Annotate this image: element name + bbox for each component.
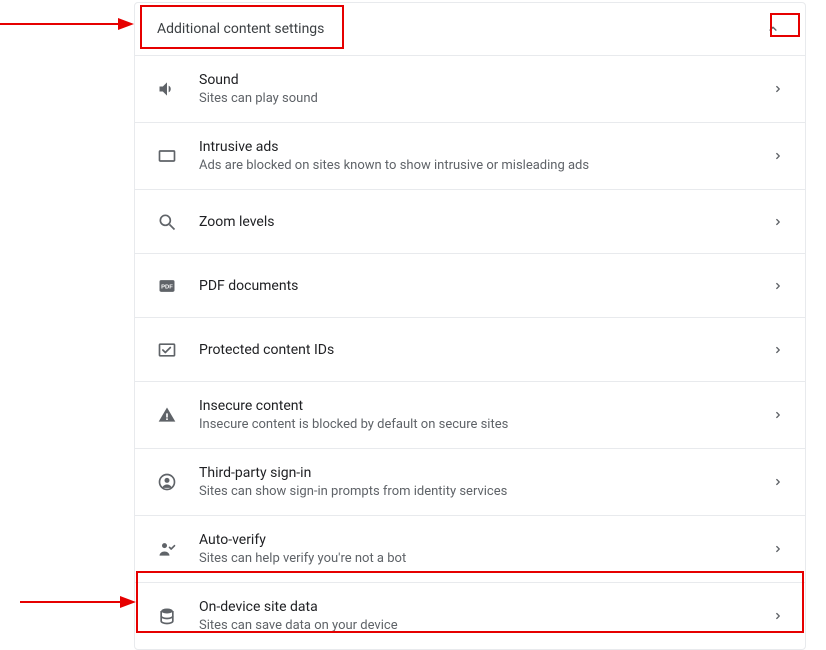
setting-title: Auto-verify bbox=[199, 530, 773, 550]
chevron-right-icon bbox=[773, 544, 783, 554]
pdf-icon: PDF bbox=[157, 276, 177, 296]
setting-title: Intrusive ads bbox=[199, 137, 773, 157]
setting-body: Zoom levels bbox=[199, 212, 773, 232]
person-check-icon bbox=[157, 539, 177, 559]
additional-content-settings-panel: Additional content settings Sound Sites … bbox=[134, 2, 806, 650]
setting-title: Sound bbox=[199, 70, 773, 90]
setting-body: On-device site data Sites can save data … bbox=[199, 597, 773, 635]
chevron-right-icon bbox=[773, 281, 783, 291]
chevron-right-icon bbox=[773, 477, 783, 487]
setting-row-third-party-sign-in[interactable]: Third-party sign-in Sites can show sign-… bbox=[135, 448, 805, 515]
database-icon bbox=[157, 606, 177, 626]
setting-title: PDF documents bbox=[199, 276, 773, 296]
chevron-right-icon bbox=[773, 151, 783, 161]
setting-title: Insecure content bbox=[199, 396, 773, 416]
sound-icon bbox=[157, 79, 177, 99]
setting-subtitle: Sites can save data on your device bbox=[199, 617, 773, 635]
chevron-right-icon bbox=[773, 410, 783, 420]
chevron-right-icon bbox=[773, 217, 783, 227]
setting-subtitle: Insecure content is blocked by default o… bbox=[199, 416, 773, 434]
setting-row-pdf-documents[interactable]: PDF PDF documents bbox=[135, 253, 805, 317]
warning-icon bbox=[157, 405, 177, 425]
annotation-arrow-top bbox=[0, 14, 134, 34]
section-title: Additional content settings bbox=[157, 21, 324, 37]
setting-row-insecure-content[interactable]: Insecure content Insecure content is blo… bbox=[135, 381, 805, 448]
zoom-icon bbox=[157, 212, 177, 232]
setting-title: On-device site data bbox=[199, 597, 773, 617]
person-circle-icon bbox=[157, 472, 177, 492]
setting-row-intrusive-ads[interactable]: Intrusive ads Ads are blocked on sites k… bbox=[135, 122, 805, 189]
ads-icon bbox=[157, 146, 177, 166]
setting-row-zoom-levels[interactable]: Zoom levels bbox=[135, 189, 805, 253]
setting-title: Protected content IDs bbox=[199, 340, 773, 360]
additional-content-settings-header[interactable]: Additional content settings bbox=[135, 3, 805, 55]
annotation-arrow-bottom bbox=[20, 592, 136, 612]
setting-body: Insecure content Insecure content is blo… bbox=[199, 396, 773, 434]
setting-subtitle: Sites can show sign-in prompts from iden… bbox=[199, 483, 773, 501]
setting-body: PDF documents bbox=[199, 276, 773, 296]
setting-row-protected-content-ids[interactable]: Protected content IDs bbox=[135, 317, 805, 381]
setting-body: Sound Sites can play sound bbox=[199, 70, 773, 108]
chevron-right-icon bbox=[773, 611, 783, 621]
setting-body: Protected content IDs bbox=[199, 340, 773, 360]
setting-subtitle: Ads are blocked on sites known to show i… bbox=[199, 157, 773, 175]
setting-body: Auto-verify Sites can help verify you're… bbox=[199, 530, 773, 568]
setting-subtitle: Sites can help verify you're not a bot bbox=[199, 550, 773, 568]
svg-text:PDF: PDF bbox=[161, 284, 173, 290]
setting-row-sound[interactable]: Sound Sites can play sound bbox=[135, 55, 805, 122]
chevron-up-icon bbox=[763, 19, 783, 39]
setting-row-on-device-site-data[interactable]: On-device site data Sites can save data … bbox=[135, 582, 805, 649]
setting-subtitle: Sites can play sound bbox=[199, 90, 773, 108]
chevron-right-icon bbox=[773, 345, 783, 355]
chevron-right-icon bbox=[773, 84, 783, 94]
setting-body: Third-party sign-in Sites can show sign-… bbox=[199, 463, 773, 501]
setting-title: Zoom levels bbox=[199, 212, 773, 232]
setting-title: Third-party sign-in bbox=[199, 463, 773, 483]
setting-row-auto-verify[interactable]: Auto-verify Sites can help verify you're… bbox=[135, 515, 805, 582]
setting-body: Intrusive ads Ads are blocked on sites k… bbox=[199, 137, 773, 175]
protected-content-icon bbox=[157, 340, 177, 360]
